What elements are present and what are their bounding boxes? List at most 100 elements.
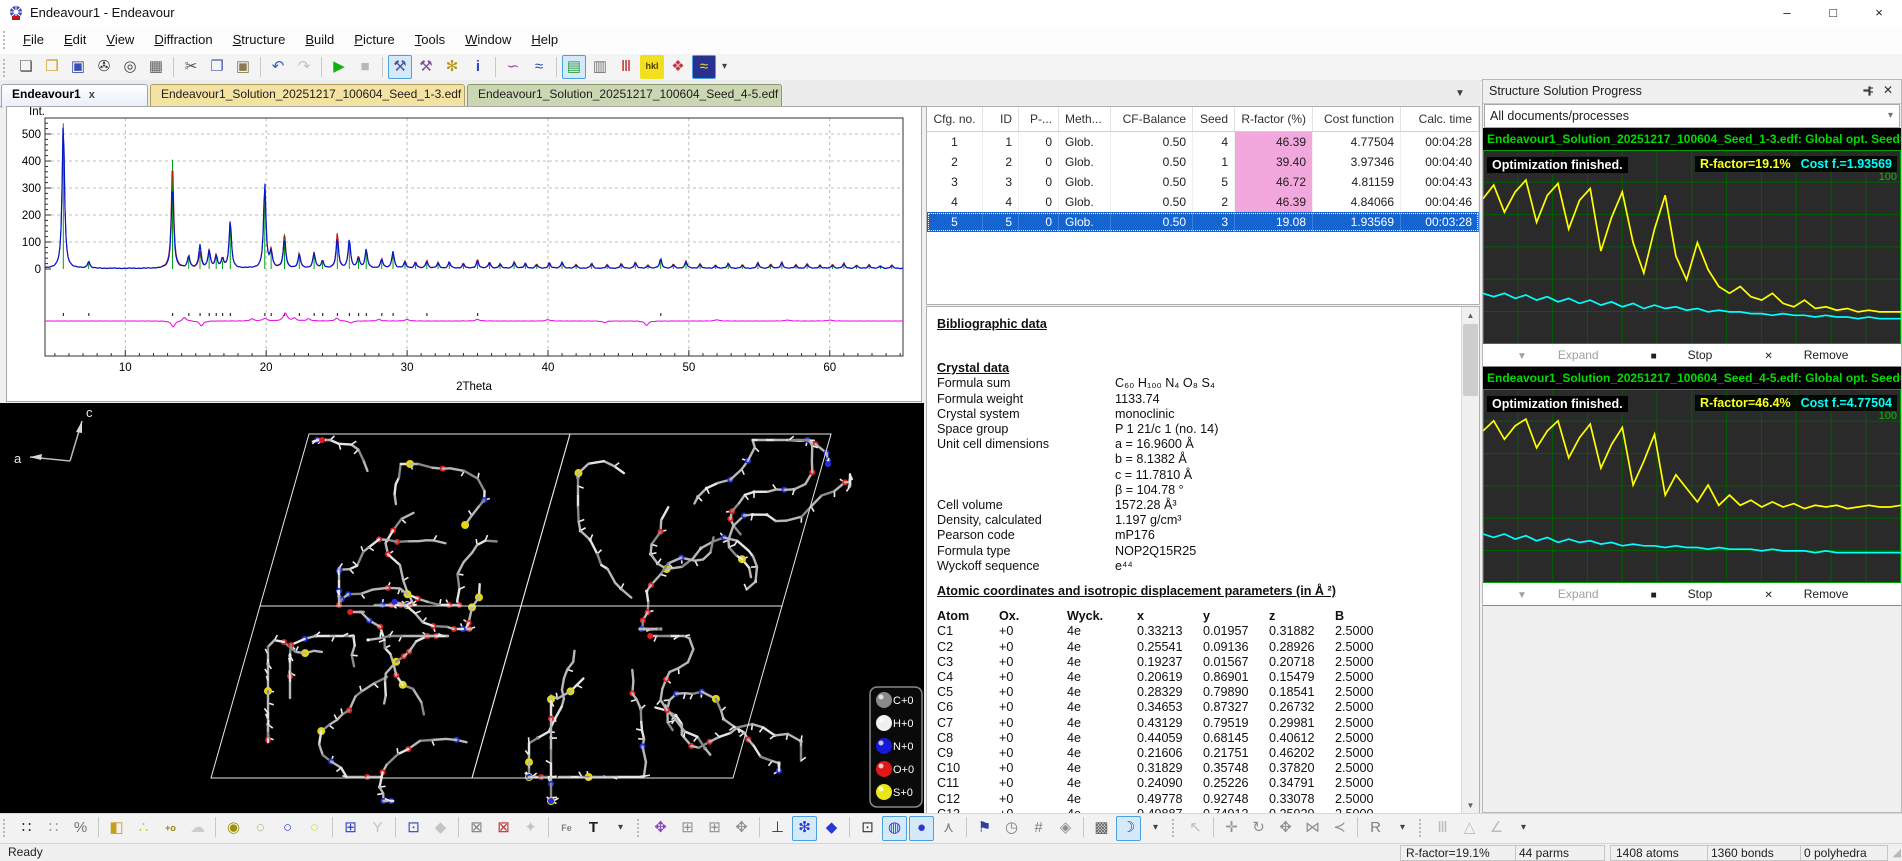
- color-fill-tool-icon[interactable]: ◧: [104, 816, 129, 841]
- minimize-button[interactable]: –: [1764, 0, 1810, 26]
- toolbar-drag-handle[interactable]: [1172, 819, 1179, 837]
- background-more-icon[interactable]: ▾: [1143, 816, 1168, 841]
- maximize-button[interactable]: □: [1810, 0, 1856, 26]
- wizard-tool-icon[interactable]: ✻: [440, 55, 464, 79]
- menu-structure[interactable]: Structure: [223, 26, 296, 54]
- atom-group-tool-icon[interactable]: ∷: [41, 816, 66, 841]
- fit-tool-icon[interactable]: ✥: [729, 816, 754, 841]
- cell-frame-style-icon[interactable]: ⊡: [855, 816, 880, 841]
- crystal-report-panel[interactable]: Bibliographic dataCrystal dataFormula su…: [926, 306, 1480, 815]
- column-header-calc-time[interactable]: Calc. time: [1401, 107, 1479, 131]
- structure-3d-panel[interactable]: acC+0H+0N+0O+0S+0: [0, 403, 924, 813]
- unit-cell-edges-icon[interactable]: ⊡: [401, 816, 426, 841]
- toolbar-drag-handle[interactable]: [3, 59, 10, 77]
- table-row[interactable]: 550Glob.0.50319.081.9356900:03:28: [927, 212, 1479, 232]
- progress-chart-2[interactable]: 100Optimization finished.R-factor=46.4%C…: [1483, 389, 1901, 583]
- cut-icon[interactable]: ✂: [179, 55, 203, 79]
- report-scrollbar[interactable]: ▲ ▼: [1461, 307, 1479, 814]
- stop-button[interactable]: ■Stop: [1625, 348, 1713, 362]
- menu-diffraction[interactable]: Diffraction: [144, 26, 222, 54]
- move-mode-icon[interactable]: ✛: [1219, 816, 1244, 841]
- scale-mode-icon[interactable]: ⋈: [1300, 816, 1325, 841]
- table-row[interactable]: 110Glob.0.50446.394.7750400:04:28: [927, 132, 1479, 152]
- find-icon[interactable]: ✇: [92, 55, 116, 79]
- wire-style-icon[interactable]: ⋏: [936, 816, 961, 841]
- polyhedron-view-icon[interactable]: ◆: [819, 816, 844, 841]
- save-icon[interactable]: ▣: [66, 55, 90, 79]
- scroll-down-icon[interactable]: ▼: [1462, 797, 1479, 814]
- atom-style-solid-icon[interactable]: ◉: [221, 816, 246, 841]
- menu-help[interactable]: Help: [521, 26, 568, 54]
- add-atoms-tool-icon[interactable]: ∴: [131, 816, 156, 841]
- info-icon[interactable]: i: [466, 55, 490, 79]
- diffraction-pattern-panel[interactable]: 1020304050600100200300400500Int.2Theta: [6, 106, 922, 402]
- column-header-r-factor-[interactable]: R-factor (%): [1235, 107, 1313, 131]
- pin-icon[interactable]: [1863, 85, 1875, 100]
- measure-more-icon[interactable]: ▾: [1511, 816, 1536, 841]
- start-calculation-icon[interactable]: ▶: [327, 55, 351, 79]
- tab-solution-2[interactable]: Endeavour1_Solution_20251217_100604_Seed…: [467, 84, 782, 108]
- close-button[interactable]: ×: [1856, 0, 1902, 26]
- resize-grip-icon[interactable]: ◢: [1893, 846, 1901, 859]
- menu-edit[interactable]: Edit: [54, 26, 96, 54]
- column-header-id[interactable]: ID: [983, 107, 1019, 131]
- menu-picture[interactable]: Picture: [344, 26, 404, 54]
- stop-button[interactable]: ■Stop: [1625, 587, 1713, 601]
- unit-cell-contents-icon[interactable]: ⊞: [338, 816, 363, 841]
- rfactor-tool-icon[interactable]: ⚒: [414, 55, 438, 79]
- ring-yellow-icon[interactable]: ○: [302, 816, 327, 841]
- pattern-fill-icon[interactable]: ▩: [1089, 816, 1114, 841]
- undo-icon[interactable]: ↶: [266, 55, 290, 79]
- report-view-icon[interactable]: ▥: [588, 55, 612, 79]
- expand-out-icon[interactable]: ⊞: [702, 816, 727, 841]
- molecule-view-icon[interactable]: ❇: [792, 816, 817, 841]
- column-header-cfg-no-[interactable]: Cfg. no.: [927, 107, 983, 131]
- translate-tool-icon[interactable]: ✥: [648, 816, 673, 841]
- column-header-p-[interactable]: P-...: [1019, 107, 1059, 131]
- bottom-toolbar-drag-handle[interactable]: [3, 819, 10, 837]
- quick-optimize-icon[interactable]: ∽: [501, 55, 525, 79]
- tab-list-dropdown-icon[interactable]: ▼: [1455, 88, 1465, 99]
- structure-solution-tool-icon[interactable]: ⚒: [388, 55, 412, 79]
- delete-box-icon[interactable]: ⊠: [491, 816, 516, 841]
- print-preview-icon[interactable]: ◎: [118, 55, 142, 79]
- open-icon[interactable]: ❒: [40, 55, 64, 79]
- table-row[interactable]: 220Glob.0.50139.403.9734600:04:40: [927, 152, 1479, 172]
- menu-window[interactable]: Window: [455, 26, 521, 54]
- pointer-options-icon[interactable]: R: [1363, 816, 1388, 841]
- rotate-mode-icon[interactable]: ↻: [1246, 816, 1271, 841]
- text-tool-icon[interactable]: T: [581, 816, 606, 841]
- remove-button[interactable]: ✕Remove: [1738, 348, 1848, 362]
- menu-build[interactable]: Build: [295, 26, 344, 54]
- clock-tool-icon[interactable]: ◷: [999, 816, 1024, 841]
- sphere-solid-style-icon[interactable]: ●: [909, 816, 934, 841]
- progress-chart-1[interactable]: 100Optimization finished.R-factor=19.1%C…: [1483, 150, 1901, 344]
- menu-tools[interactable]: Tools: [405, 26, 455, 54]
- table-row[interactable]: 440Glob.0.50246.394.8406600:04:46: [927, 192, 1479, 212]
- toolbar-drag-handle[interactable]: [637, 819, 644, 837]
- remove-button[interactable]: ✕Remove: [1738, 587, 1848, 601]
- table-row[interactable]: 330Glob.0.50546.724.8115900:04:43: [927, 172, 1479, 192]
- progress-close-icon[interactable]: ✕: [1883, 83, 1893, 97]
- toolbar-drag-handle[interactable]: [1419, 819, 1426, 837]
- dynamic-box-icon[interactable]: ⊠: [464, 816, 489, 841]
- column-header-cf-balance[interactable]: CF-Balance: [1111, 107, 1193, 131]
- tab-document[interactable]: Endeavour1x: [1, 84, 148, 108]
- element-label-icon[interactable]: Fe: [554, 816, 579, 841]
- bond-tool-icon[interactable]: %: [68, 816, 93, 841]
- expand-in-icon[interactable]: ⊞: [675, 816, 700, 841]
- sphere-hatched-style-icon[interactable]: ◍: [882, 816, 907, 841]
- column-header-meth-[interactable]: Meth...: [1059, 107, 1111, 131]
- menu-view[interactable]: View: [96, 26, 144, 54]
- axes-flag-icon[interactable]: ⚑: [972, 816, 997, 841]
- structure-3d-view[interactable]: acC+0H+0N+0O+0S+0: [0, 403, 924, 813]
- powder-pattern-view-icon[interactable]: Ⅲ: [614, 55, 638, 79]
- view-target-icon[interactable]: ◈: [1053, 816, 1078, 841]
- column-header-seed[interactable]: Seed: [1193, 107, 1235, 131]
- print-icon[interactable]: ▦: [144, 55, 168, 79]
- axes-tripod-icon[interactable]: ⊥: [765, 816, 790, 841]
- pointer-more-icon[interactable]: ▾: [1390, 816, 1415, 841]
- structure-3d-view-icon[interactable]: ❖: [666, 55, 690, 79]
- copy-icon[interactable]: ❐: [205, 55, 229, 79]
- pattern-graph-view-icon[interactable]: ≈: [692, 55, 716, 79]
